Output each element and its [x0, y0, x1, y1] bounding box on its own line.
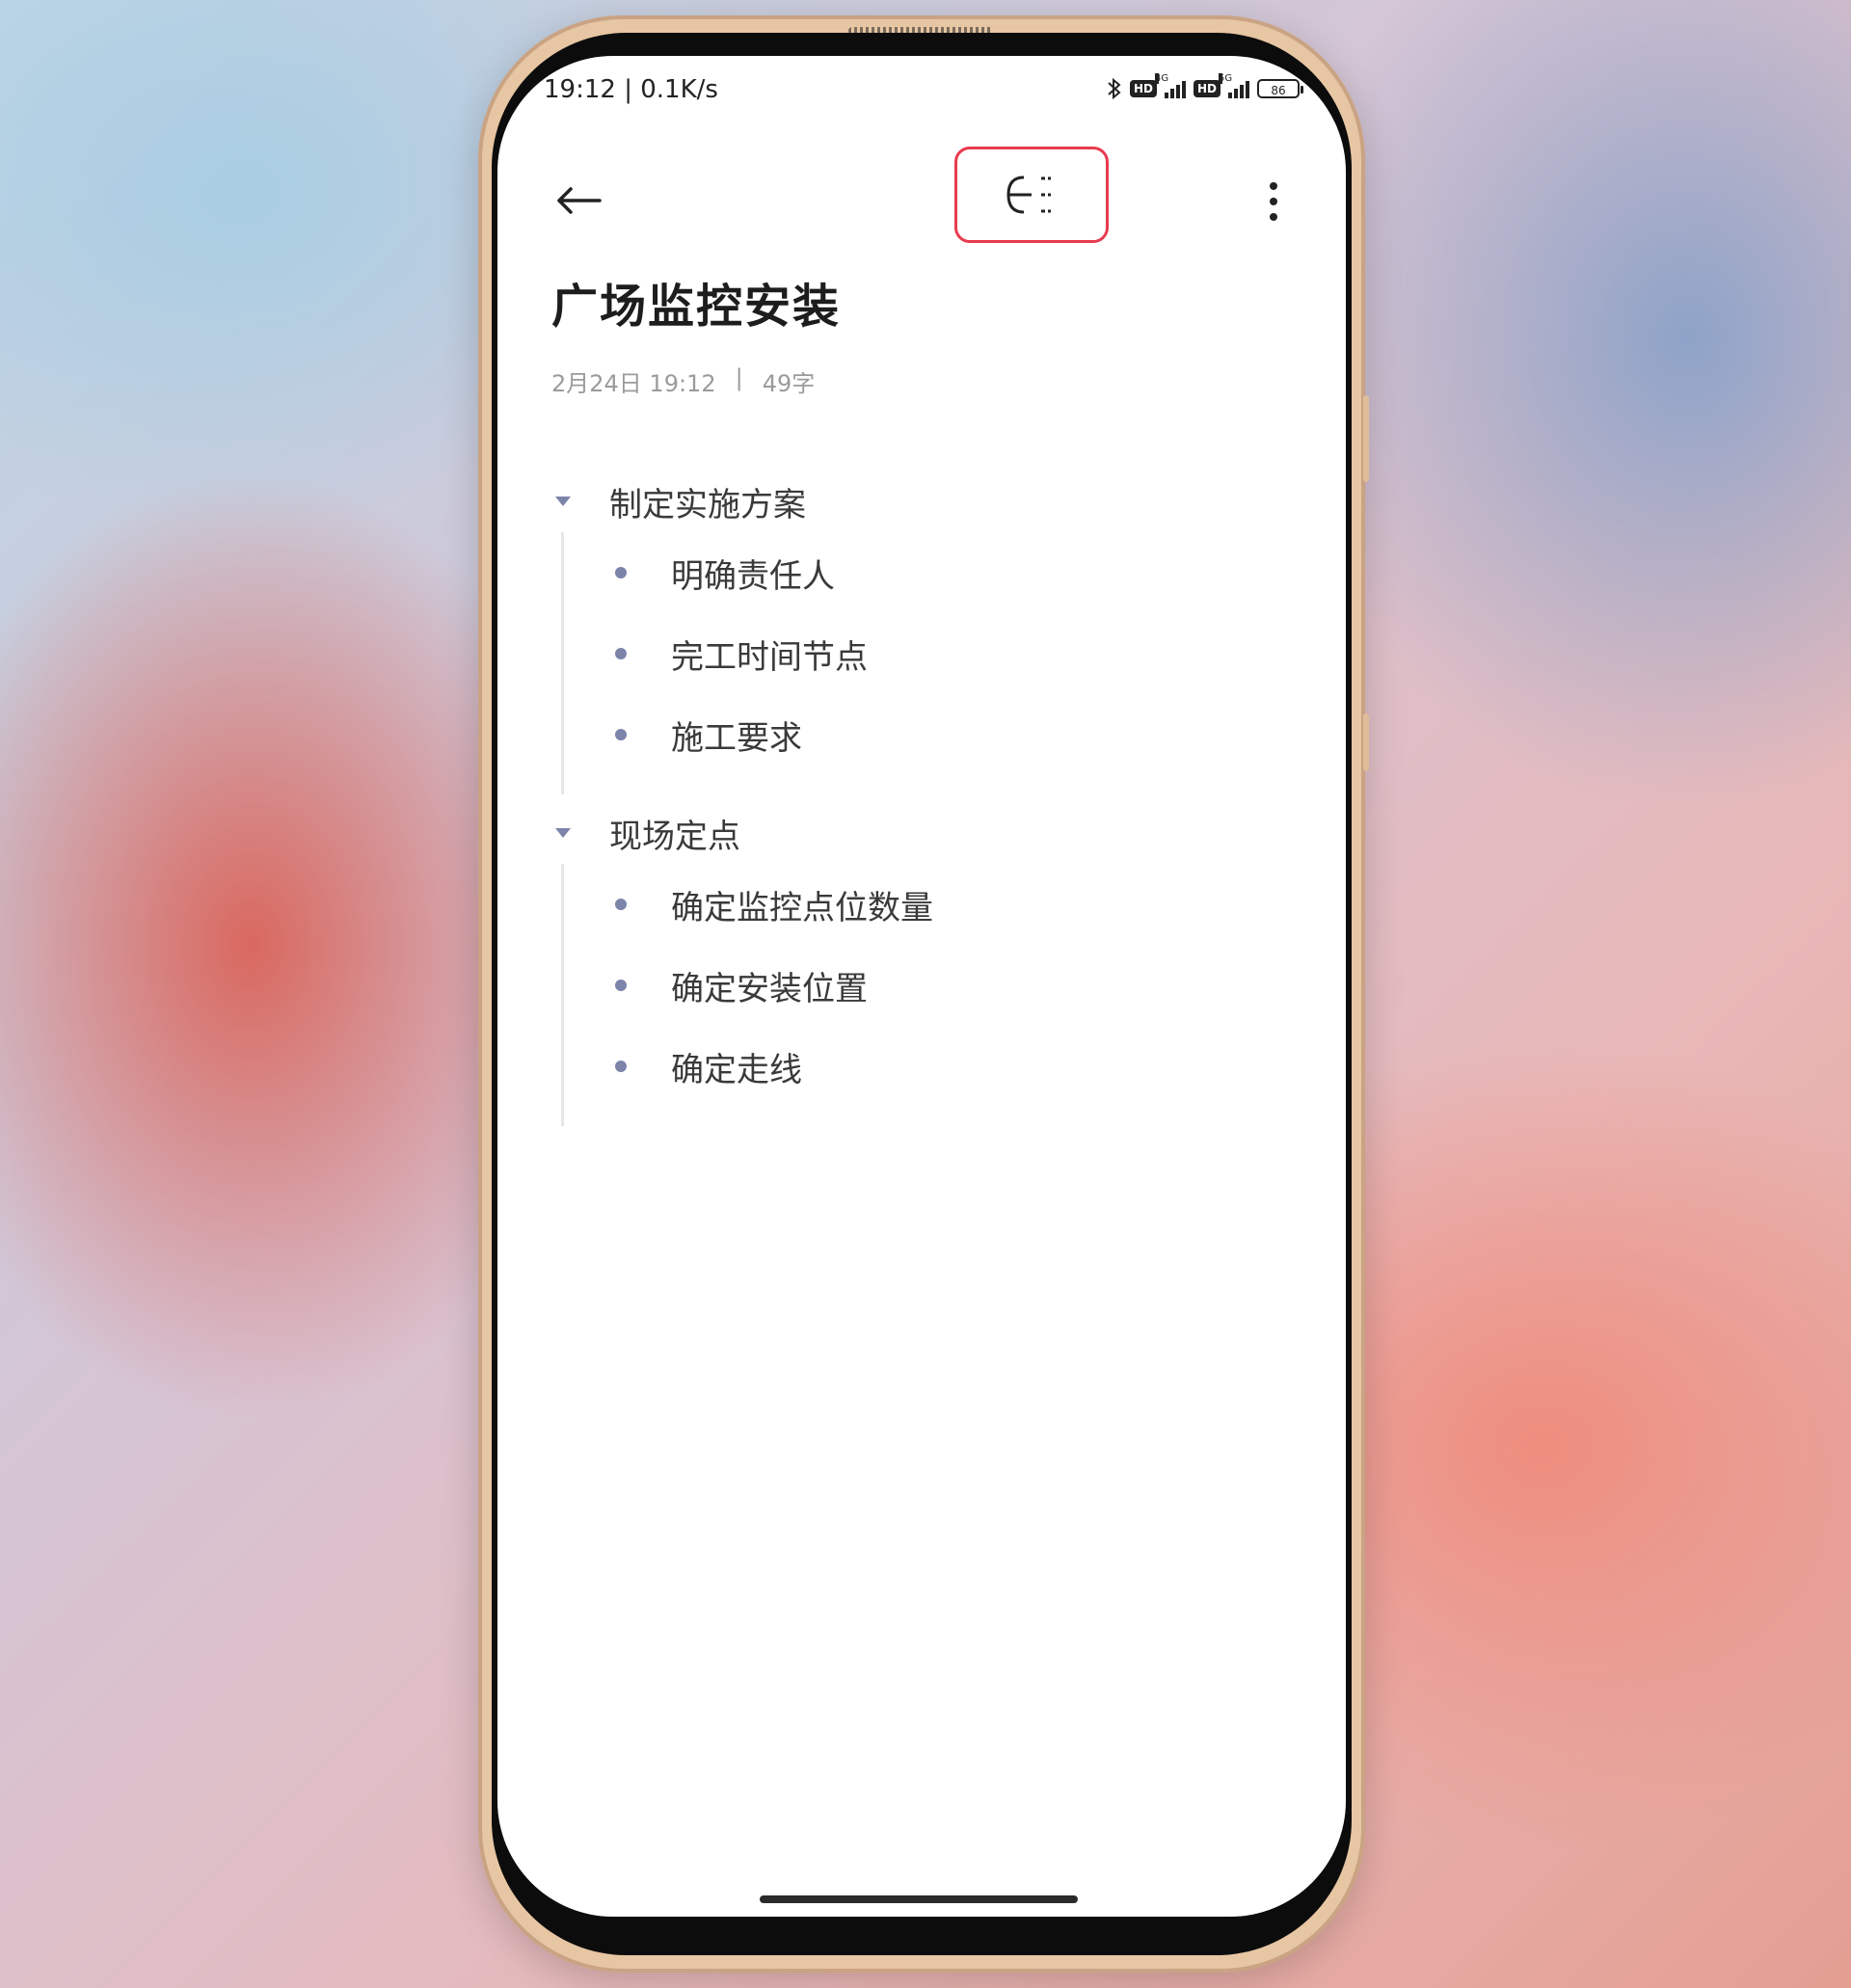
phone-side-button — [1363, 713, 1369, 771]
indent-guide — [561, 532, 564, 794]
outline-item[interactable]: 明确责任人 — [561, 532, 1307, 613]
bluetooth-icon — [1108, 77, 1121, 100]
outline-section[interactable]: 制定实施方案 明确责任人 完工时间节点 施工要求 — [551, 470, 1307, 794]
home-indicator[interactable] — [760, 1895, 1078, 1903]
outline-item[interactable]: 完工时间节点 — [561, 613, 1307, 694]
more-vertical-icon — [1270, 182, 1277, 221]
outline-item-text[interactable]: 确定监控点位数量 — [671, 881, 933, 928]
outline-children: 明确责任人 完工时间节点 施工要求 — [561, 532, 1307, 794]
outline-item-text[interactable]: 明确责任人 — [671, 550, 835, 597]
outline-list: 制定实施方案 明确责任人 完工时间节点 施工要求 现场定点 确定监控点位数量 确… — [551, 470, 1307, 1134]
word-count: 49字 — [762, 370, 816, 397]
status-icons: HD 4G HD 5G 86 — [1107, 73, 1303, 100]
bullet-icon — [615, 729, 627, 740]
outline-children: 确定监控点位数量 确定安装位置 确定走线 — [561, 864, 1307, 1126]
bullet-icon — [615, 648, 627, 659]
outline-item-text[interactable]: 确定走线 — [671, 1043, 802, 1090]
hd-badge: HD — [1193, 80, 1221, 97]
bullet-icon — [615, 980, 627, 991]
bullet-icon — [615, 1061, 627, 1072]
outline-item[interactable]: 确定走线 — [561, 1026, 1307, 1107]
signal-icon: 4G — [1154, 73, 1186, 98]
outline-section-header[interactable]: 制定实施方案 — [551, 470, 1307, 532]
indent-guide — [561, 864, 564, 1126]
outline-view-icon — [1006, 175, 1051, 214]
note-date: 2月24日 19:12 — [551, 370, 716, 397]
signal-icon: 5G — [1219, 73, 1249, 98]
outline-view-button[interactable] — [954, 147, 1109, 243]
back-button[interactable] — [550, 172, 607, 229]
more-options-button[interactable] — [1254, 177, 1293, 226]
status-bar: 19:12 | 0.1K/s HD 4G HD 5G 86 — [532, 73, 1303, 114]
status-time: 19:12 | 0.1K/s — [544, 75, 718, 104]
meta-separator: | — [735, 364, 743, 391]
phone-screen: 19:12 | 0.1K/s HD 4G HD 5G 86 广场监控安装 2月2… — [497, 56, 1346, 1917]
battery-icon: 86 — [1257, 79, 1303, 98]
note-title[interactable]: 广场监控安装 — [551, 268, 841, 336]
outline-section-title[interactable]: 现场定点 — [609, 810, 740, 857]
phone-side-button — [1363, 395, 1369, 482]
outline-item[interactable]: 确定监控点位数量 — [561, 864, 1307, 945]
collapse-caret-icon[interactable] — [551, 490, 575, 513]
collapse-caret-icon[interactable] — [551, 821, 575, 845]
bullet-icon — [615, 899, 627, 910]
outline-item[interactable]: 施工要求 — [561, 694, 1307, 775]
outline-section-header[interactable]: 现场定点 — [551, 802, 1307, 864]
bullet-icon — [615, 567, 627, 578]
network-type-label: 5G — [1219, 73, 1233, 84]
network-type-label: 4G — [1154, 73, 1169, 84]
outline-item-text[interactable]: 施工要求 — [671, 712, 802, 759]
back-arrow-icon — [557, 187, 602, 214]
outline-item[interactable]: 确定安装位置 — [561, 945, 1307, 1026]
outline-section[interactable]: 现场定点 确定监控点位数量 确定安装位置 确定走线 — [551, 802, 1307, 1126]
outline-section-title[interactable]: 制定实施方案 — [609, 478, 806, 525]
outline-item-text[interactable]: 确定安装位置 — [671, 962, 868, 1009]
note-meta: 2月24日 19:12 | 49字 — [551, 364, 815, 398]
hd-badge: HD — [1129, 80, 1157, 97]
outline-item-text[interactable]: 完工时间节点 — [671, 631, 868, 678]
